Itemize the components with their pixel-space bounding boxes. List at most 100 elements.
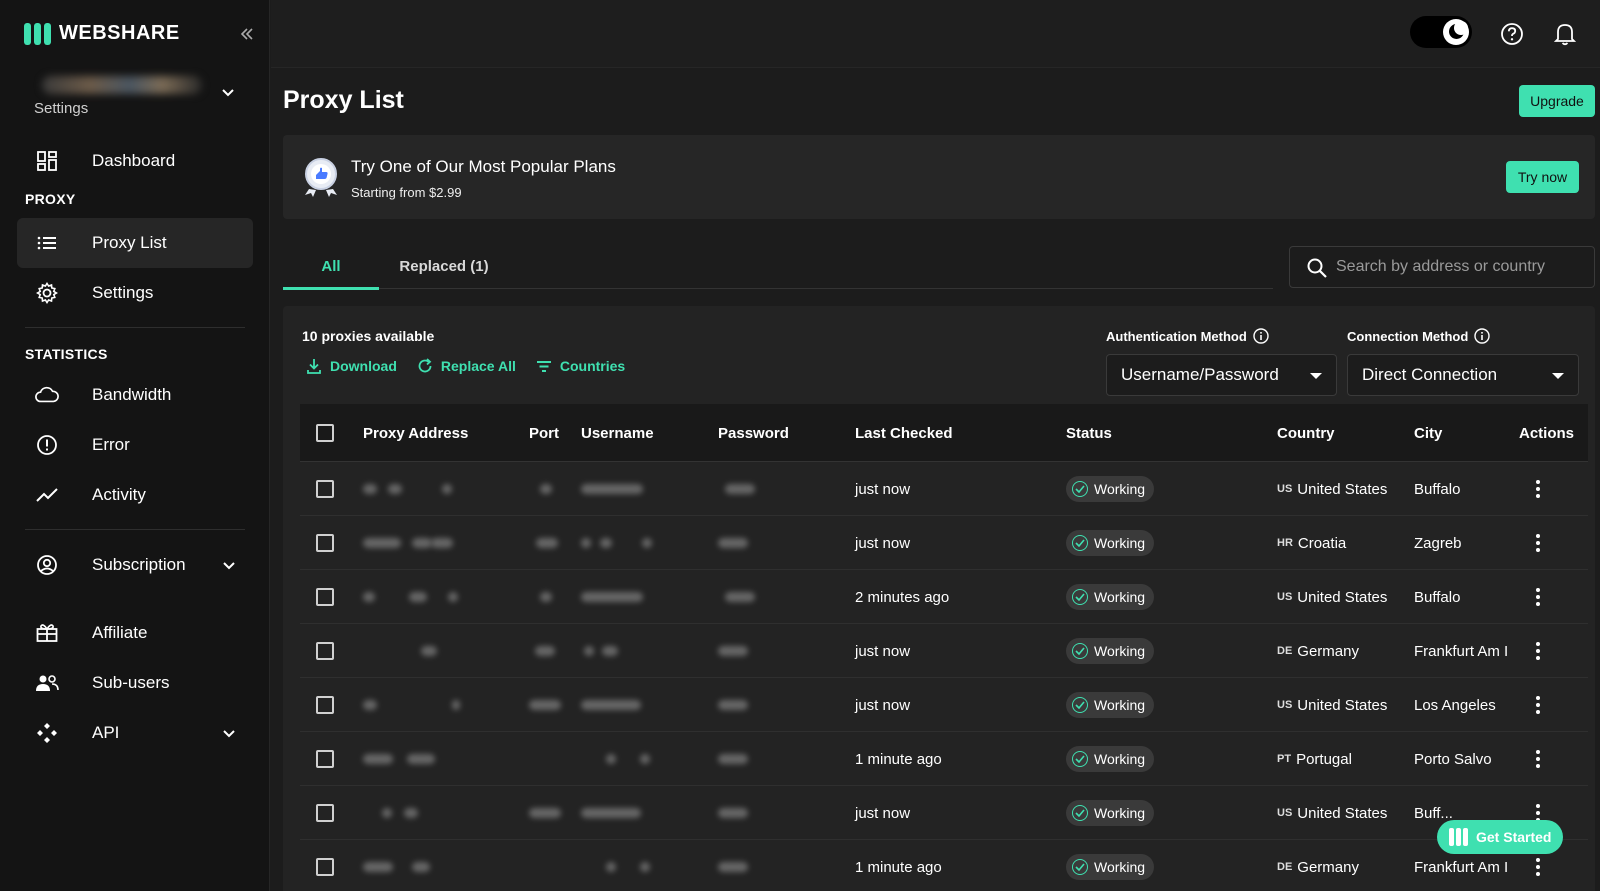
sidebar-item-affiliate[interactable]: Affiliate (17, 608, 253, 658)
sidebar-item-label: Sub-users (92, 673, 170, 692)
table-row[interactable]: 2 minutes ago Working US United States Buffa… (300, 570, 1588, 624)
table-row[interactable]: just now Working US United States Buffalo (300, 462, 1588, 516)
chevron-down-icon (223, 557, 235, 575)
help-icon[interactable] (1500, 22, 1524, 46)
sidebar-divider (25, 327, 245, 328)
table-row[interactable]: just now Working US United States Buff... (300, 786, 1588, 840)
redacted-credential (536, 538, 558, 548)
redacted-credential (412, 862, 430, 872)
top-bar (271, 0, 1600, 68)
account-switcher[interactable]: Settings (32, 70, 242, 120)
status-badge: Working (1066, 800, 1155, 826)
sidebar-item-sub-users[interactable]: Sub-users (17, 658, 253, 708)
sidebar-item-subscription[interactable]: Subscription (17, 540, 253, 590)
account-label: Settings (34, 100, 89, 117)
connection-method-label-text: Connection Method (1347, 328, 1469, 344)
sidebar-item-label: Settings (92, 283, 154, 302)
cloud-icon (35, 383, 59, 407)
sidebar-item-dashboard[interactable]: Dashboard (17, 136, 253, 186)
tab-all[interactable]: All (283, 244, 379, 290)
sidebar-item-settings[interactable]: Settings (17, 268, 253, 318)
more-vert-icon[interactable] (1536, 534, 1540, 552)
row-checkbox[interactable] (316, 804, 334, 822)
check-circle-icon (1072, 805, 1088, 821)
country-name: Croatia (1297, 534, 1347, 552)
row-checkbox[interactable] (316, 858, 334, 876)
search-box (1289, 246, 1595, 288)
sidebar-item-label: Activity (92, 485, 146, 504)
download-label: Download (330, 358, 397, 374)
row-actions-cell (1536, 678, 1540, 732)
more-vert-icon[interactable] (1536, 588, 1540, 606)
country-cell: US United States (1277, 786, 1387, 840)
redacted-credential (412, 538, 432, 548)
col-password[interactable]: Password (718, 404, 789, 462)
row-checkbox[interactable] (316, 696, 334, 714)
theme-toggle[interactable] (1410, 16, 1472, 48)
status-badge: Working (1066, 638, 1155, 664)
country-cell: DE Germany (1277, 624, 1359, 678)
col-city[interactable]: City (1414, 404, 1442, 462)
connection-method-select[interactable]: Direct Connection (1347, 354, 1579, 396)
select-all-checkbox[interactable] (316, 424, 334, 442)
more-vert-icon[interactable] (1536, 750, 1540, 768)
country-code: HR (1277, 537, 1293, 549)
more-vert-icon[interactable] (1536, 480, 1540, 498)
users-icon (35, 671, 59, 695)
col-username[interactable]: Username (581, 404, 654, 462)
status-badge: Working (1066, 854, 1155, 880)
table-row[interactable]: just now Working US United States Los Angele… (300, 678, 1588, 732)
sidebar-item-api[interactable]: API (17, 708, 253, 758)
auth-method-select[interactable]: Username/Password (1106, 354, 1337, 396)
download-button[interactable]: Download (306, 358, 397, 374)
more-vert-icon[interactable] (1536, 858, 1540, 876)
tab-replaced[interactable]: Replaced (1) (379, 244, 509, 289)
row-checkbox[interactable] (316, 480, 334, 498)
dashboard-icon (35, 149, 59, 173)
col-port[interactable]: Port (529, 404, 559, 462)
more-vert-icon[interactable] (1536, 642, 1540, 660)
replace-all-button[interactable]: Replace All (417, 358, 516, 374)
info-icon[interactable] (1253, 328, 1269, 344)
table-row[interactable]: 1 minute ago Working DE Germany Frankfurt Am… (300, 840, 1588, 891)
get-started-label: Get Started (1476, 829, 1552, 845)
row-checkbox[interactable] (316, 642, 334, 660)
sidebar-item-proxy-list[interactable]: Proxy List (17, 218, 253, 268)
chevron-down-icon (222, 84, 234, 102)
try-now-button[interactable]: Try now (1506, 161, 1579, 193)
redacted-credential (606, 862, 616, 872)
sidebar-item-activity[interactable]: Activity (17, 470, 253, 520)
more-vert-icon[interactable] (1536, 696, 1540, 714)
country-cell: US United States (1277, 462, 1387, 516)
search-input[interactable] (1336, 247, 1586, 287)
countries-button[interactable]: Countries (536, 358, 625, 374)
table-row[interactable]: just now Working DE Germany Frankfurt Am I (300, 624, 1588, 678)
row-checkbox-cell (316, 678, 334, 732)
proxy-panel: 10 proxies available Download Replace Al… (283, 306, 1595, 891)
country-name: United States (1297, 588, 1388, 606)
webshare-logo[interactable]: WEBSHARE (24, 22, 180, 45)
redacted-credential (388, 484, 402, 494)
col-country[interactable]: Country (1277, 404, 1335, 462)
sidebar-item-error[interactable]: Error (17, 420, 253, 470)
row-checkbox[interactable] (316, 588, 334, 606)
table-row[interactable]: 1 minute ago Working PT Portugal Porto Salvo (300, 732, 1588, 786)
info-icon[interactable] (1474, 328, 1491, 344)
table-row[interactable]: just now Working HR Croatia Zagreb (300, 516, 1588, 570)
get-started-button[interactable]: Get Started (1437, 820, 1563, 854)
section-heading-proxy: PROXY (25, 191, 76, 207)
sidebar-item-bandwidth[interactable]: Bandwidth (17, 370, 253, 420)
sidebar-item-label: Subscription (92, 555, 186, 574)
country-name: United States (1297, 696, 1388, 714)
row-checkbox[interactable] (316, 750, 334, 768)
status-cell: Working (1066, 732, 1155, 786)
col-proxy-address[interactable]: Proxy Address (363, 404, 468, 462)
collapse-sidebar-icon[interactable] (240, 24, 254, 47)
col-last-checked[interactable]: Last Checked (855, 404, 953, 462)
bell-icon[interactable] (1553, 22, 1578, 46)
redacted-credential (442, 484, 452, 494)
upgrade-button[interactable]: Upgrade (1519, 85, 1595, 117)
account-circle-icon (35, 553, 59, 577)
col-status[interactable]: Status (1066, 404, 1112, 462)
row-checkbox[interactable] (316, 534, 334, 552)
